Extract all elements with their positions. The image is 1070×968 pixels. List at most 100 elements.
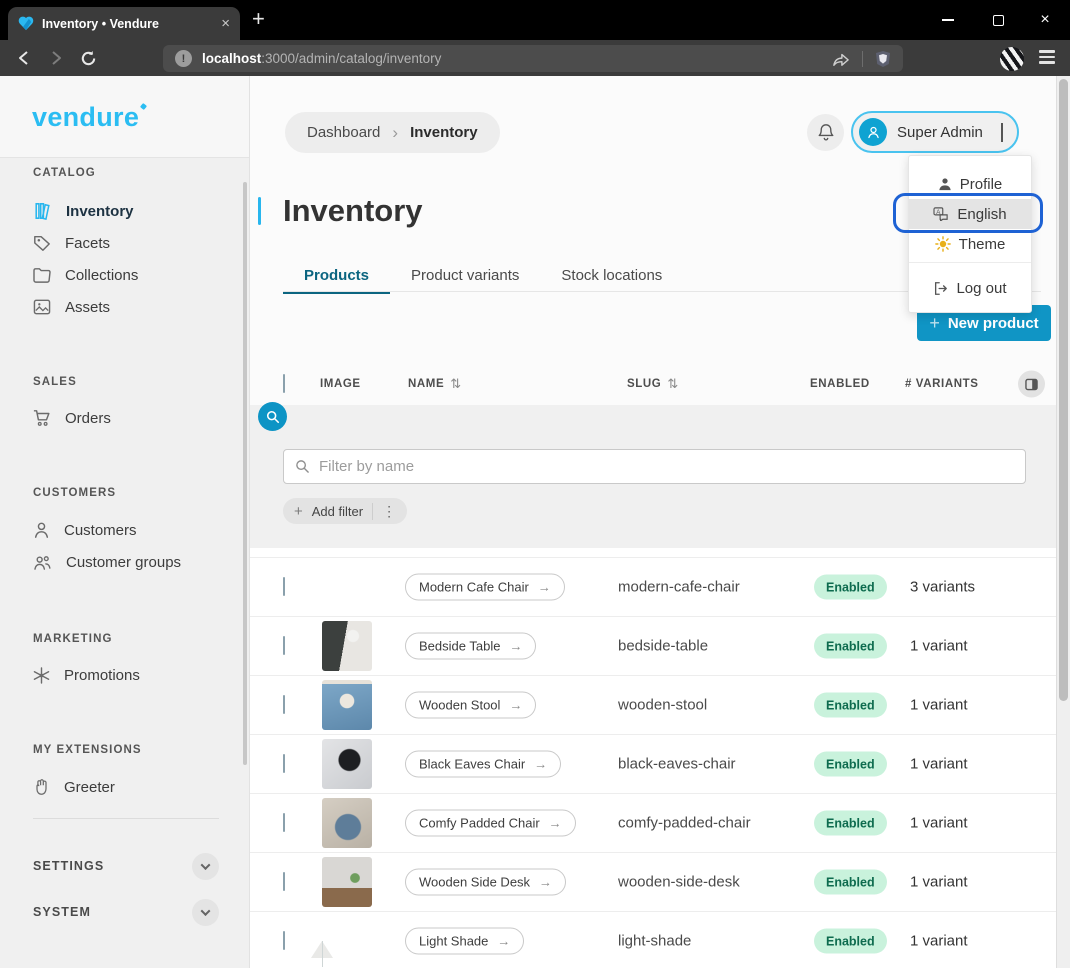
tab-close-icon[interactable]: × (221, 16, 230, 31)
user-menu-button[interactable]: Super Admin (851, 111, 1019, 153)
search-toggle-button[interactable] (258, 402, 287, 431)
column-header-enabled: ENABLED (810, 378, 870, 390)
kebab-menu-icon[interactable]: ⋮ (372, 503, 396, 520)
column-settings-button[interactable] (1018, 371, 1045, 398)
column-header-name[interactable]: NAME ⇅ (408, 376, 462, 392)
search-icon (266, 410, 280, 424)
page-scrollbar-thumb[interactable] (1059, 79, 1068, 701)
browser-menu-icon[interactable] (1039, 50, 1055, 67)
row-checkbox[interactable] (283, 637, 285, 655)
variant-count: 1 variant (910, 756, 968, 773)
add-filter-button[interactable]: + Add filter ⋮ (283, 498, 407, 524)
sidebar-item-label: Assets (65, 299, 110, 316)
tag-icon (33, 234, 51, 252)
product-slug: comfy-padded-chair (618, 815, 751, 832)
column-header-slug[interactable]: SLUG ⇅ (627, 376, 679, 392)
table-row: Bedside Table→ bedside-table Enabled 1 v… (250, 616, 1056, 675)
forward-button[interactable] (44, 46, 68, 70)
variant-count: 3 variants (910, 579, 975, 596)
column-label: SLUG (627, 378, 661, 390)
sidebar-item-label: Customer groups (66, 554, 181, 571)
sidebar-item-promotions[interactable]: Promotions (20, 659, 225, 691)
sidebar-item-greeter[interactable]: Greeter (20, 771, 225, 803)
sidebar-item-label: Greeter (64, 779, 115, 796)
row-checkbox[interactable] (283, 696, 285, 714)
product-thumbnail[interactable] (322, 680, 372, 730)
product-name: Light Shade (419, 934, 488, 949)
product-thumbnail[interactable] (322, 857, 372, 907)
window-minimize-button[interactable] (925, 0, 971, 40)
row-checkbox[interactable] (283, 873, 285, 891)
tab-stock-locations[interactable]: Stock locations (540, 258, 683, 292)
row-checkbox[interactable] (283, 814, 285, 832)
folder-icon (33, 267, 51, 283)
breadcrumb-dashboard-link[interactable]: Dashboard (307, 124, 380, 141)
sidebar-section-system[interactable]: SYSTEM (33, 896, 219, 928)
menu-item-language[interactable]: A English (909, 199, 1031, 229)
notifications-button[interactable] (807, 114, 844, 151)
sort-icon[interactable]: ⇅ (667, 376, 679, 392)
chevron-down-icon[interactable] (192, 899, 219, 926)
chevron-down-icon[interactable] (192, 853, 219, 880)
variant-count: 1 variant (910, 815, 968, 832)
product-thumbnail[interactable] (322, 739, 372, 789)
reload-button[interactable] (76, 46, 100, 70)
new-product-label: New product (948, 315, 1039, 332)
vendure-logo[interactable]: vendure (32, 102, 139, 133)
product-thumbnail[interactable] (322, 798, 372, 848)
tab-product-variants[interactable]: Product variants (390, 258, 540, 292)
vendure-heart-icon (18, 16, 34, 31)
sidebar-item-label: Inventory (66, 203, 134, 220)
filter-by-name-input[interactable] (319, 458, 1014, 475)
product-thumbnail[interactable] (322, 562, 372, 612)
row-checkbox[interactable] (283, 755, 285, 773)
row-checkbox[interactable] (283, 578, 285, 596)
menu-item-label: Profile (960, 176, 1003, 193)
sort-icon[interactable]: ⇅ (450, 376, 462, 392)
product-name-chip[interactable]: Comfy Padded Chair→ (405, 810, 576, 837)
window-close-button[interactable]: × (1022, 0, 1068, 40)
status-badge: Enabled (814, 693, 887, 718)
sidebar-item-customer-groups[interactable]: Customer groups (20, 546, 225, 578)
sidebar-item-facets[interactable]: Facets (20, 227, 225, 259)
share-icon[interactable] (832, 51, 850, 67)
url-path: :3000/admin/catalog/inventory (261, 51, 441, 66)
sidebar-divider (33, 818, 219, 819)
sidebar-item-orders[interactable]: Orders (20, 402, 225, 434)
tab-products[interactable]: Products (283, 258, 390, 292)
product-thumbnail[interactable] (322, 621, 372, 671)
product-name-chip[interactable]: Wooden Stool→ (405, 692, 536, 719)
sidebar-section-settings[interactable]: SETTINGS (33, 850, 219, 882)
page-title: Inventory (283, 193, 423, 229)
user-icon (33, 521, 50, 539)
browser-tab[interactable]: Inventory • Vendure × (8, 7, 240, 40)
sidebar-item-collections[interactable]: Collections (20, 259, 225, 291)
menu-item-profile[interactable]: Profile (909, 169, 1031, 199)
sidebar-item-customers[interactable]: Customers (20, 514, 225, 546)
back-button[interactable] (12, 46, 36, 70)
status-badge: Enabled (814, 811, 887, 836)
browser-profile-avatar[interactable] (1000, 47, 1024, 71)
address-bar[interactable]: ! localhost:3000/admin/catalog/inventory (163, 45, 903, 72)
settings-label: SETTINGS (33, 859, 104, 873)
select-all-checkbox[interactable] (283, 375, 285, 393)
row-checkbox[interactable] (283, 932, 285, 950)
product-name-chip[interactable]: Light Shade→ (405, 928, 524, 955)
new-tab-button[interactable]: + (252, 6, 265, 32)
menu-item-logout[interactable]: Log out (909, 273, 1031, 303)
books-icon (33, 202, 52, 220)
sidebar-item-label: Collections (65, 267, 138, 284)
product-name-chip[interactable]: Black Eaves Chair→ (405, 751, 561, 778)
product-name-chip[interactable]: Modern Cafe Chair→ (405, 574, 565, 601)
sidebar-item-assets[interactable]: Assets (20, 291, 225, 323)
columns-icon (1025, 378, 1038, 390)
window-maximize-button[interactable] (975, 0, 1021, 40)
menu-item-theme[interactable]: Theme (909, 229, 1031, 259)
brave-shield-icon[interactable] (875, 50, 891, 68)
product-name-chip[interactable]: Wooden Side Desk→ (405, 869, 566, 896)
site-info-icon[interactable]: ! (175, 50, 192, 67)
image-icon (33, 299, 51, 315)
sidebar-item-inventory[interactable]: Inventory (20, 195, 225, 227)
sidebar-scrollbar-thumb[interactable] (243, 182, 247, 765)
product-name-chip[interactable]: Bedside Table→ (405, 633, 536, 660)
